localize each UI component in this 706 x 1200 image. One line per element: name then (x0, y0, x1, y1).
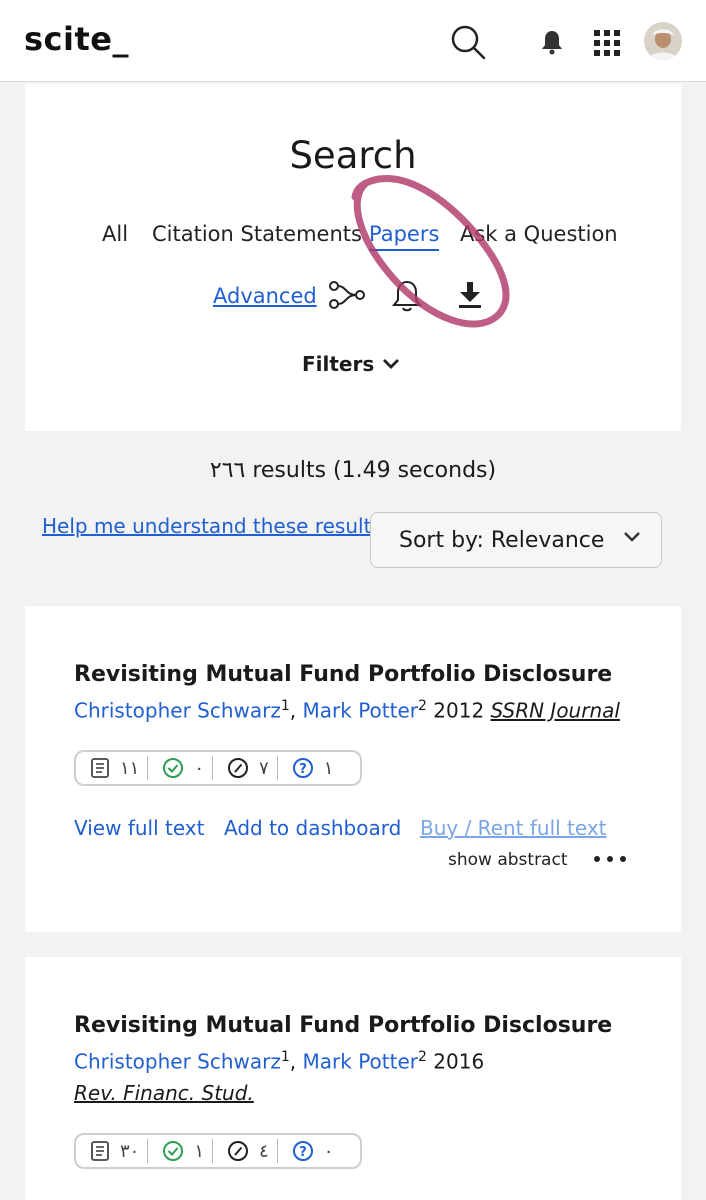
chevron-down-icon (624, 532, 640, 542)
result-card: Revisiting Mutual Fund Portfolio Disclos… (25, 606, 681, 932)
author-affiliation: 2 (417, 1049, 427, 1065)
filters-toggle[interactable]: Filters (302, 352, 400, 376)
author-affiliation: 1 (280, 1049, 290, 1065)
paper-year: 2012 (433, 698, 485, 723)
document-icon (91, 1141, 109, 1161)
author-affiliation: 2 (417, 698, 427, 714)
unclassified-value: ١ (323, 757, 334, 779)
contrasting-value: ٧ (259, 757, 269, 779)
buy-rent-full-text-link[interactable]: Buy / Rent full text (420, 816, 607, 840)
question-circle-icon: ? (292, 758, 313, 778)
mentioning-value: ٣٠ (120, 1140, 140, 1162)
avatar[interactable] (644, 22, 682, 60)
check-circle-icon (163, 758, 184, 778)
svg-text:?: ? (299, 1145, 307, 1160)
supporting-value: ٠ (194, 757, 205, 779)
contrasting-count[interactable]: ٤ (212, 1139, 277, 1163)
top-bar: scite_ (0, 0, 706, 82)
apps-grid-icon[interactable] (593, 29, 621, 57)
document-icon (91, 758, 109, 778)
author-affiliation: 1 (280, 698, 290, 714)
citation-tally[interactable]: ٣٠ ١ ٤ ? ٠ (74, 1133, 362, 1169)
help-understand-results-link[interactable]: Help me understand these results (42, 514, 382, 538)
journal-link[interactable]: SSRN Journal (491, 699, 620, 723)
view-full-text-link[interactable]: View full text (74, 816, 204, 840)
paper-title[interactable]: Revisiting Mutual Fund Portfolio Disclos… (74, 662, 612, 687)
paper-authors: Christopher Schwarz1, Mark Potter2 2016 (74, 1049, 485, 1074)
add-to-dashboard-link[interactable]: Add to dashboard (224, 816, 401, 840)
contrasting-count[interactable]: ٧ (212, 756, 277, 780)
slash-circle-icon (228, 1141, 249, 1161)
bell-icon[interactable] (538, 28, 566, 56)
unclassified-count[interactable]: ? ١ (276, 756, 342, 780)
sort-label: Sort by: Relevance (399, 528, 605, 553)
author-link[interactable]: Mark Potter (303, 1050, 418, 1074)
advanced-search-link[interactable]: Advanced (213, 284, 317, 308)
mentioning-count[interactable]: ١١ (76, 756, 147, 780)
result-actions: View full text Add to dashboard Buy / Re… (74, 816, 674, 842)
paper-title[interactable]: Revisiting Mutual Fund Portfolio Disclos… (74, 1013, 612, 1038)
unclassified-count[interactable]: ? ٠ (276, 1139, 342, 1163)
contrasting-value: ٤ (259, 1140, 269, 1162)
sort-dropdown[interactable]: Sort by: Relevance (370, 512, 662, 568)
author-link[interactable]: Mark Potter (303, 699, 418, 723)
results-count: ٢٦٦ results (1.49 seconds) (209, 458, 497, 483)
tab-citation-statements[interactable]: Citation Statements (152, 222, 362, 246)
more-options-icon[interactable] (594, 856, 626, 862)
paper-authors: Christopher Schwarz1, Mark Potter2 2012 … (74, 698, 620, 723)
result-card: Revisiting Mutual Fund Portfolio Disclos… (25, 957, 681, 1200)
check-circle-icon (163, 1141, 184, 1161)
show-abstract-button[interactable]: show abstract (448, 850, 568, 870)
chevron-down-icon (383, 359, 400, 369)
slash-circle-icon (228, 758, 249, 778)
svg-text:?: ? (299, 762, 307, 777)
question-circle-icon: ? (292, 1141, 313, 1161)
filters-label: Filters (302, 352, 375, 376)
author-link[interactable]: Christopher Schwarz (74, 699, 281, 723)
unclassified-value: ٠ (323, 1140, 334, 1162)
scite-logo[interactable]: scite_ (24, 20, 129, 58)
mentioning-count[interactable]: ٣٠ (76, 1139, 147, 1163)
annotation-circle (351, 175, 510, 328)
paper-year: 2016 (433, 1049, 485, 1074)
citation-tally[interactable]: ١١ ٠ ٧ ? ١ (74, 750, 362, 786)
tab-all[interactable]: All (102, 222, 128, 246)
supporting-count[interactable]: ١ (147, 1139, 212, 1163)
supporting-count[interactable]: ٠ (147, 756, 212, 780)
journal-link[interactable]: Rev. Financ. Stud. (74, 1081, 254, 1105)
mentioning-value: ١١ (120, 757, 140, 779)
supporting-value: ١ (194, 1140, 205, 1162)
search-icon[interactable] (448, 22, 488, 62)
author-link[interactable]: Christopher Schwarz (74, 1050, 281, 1074)
